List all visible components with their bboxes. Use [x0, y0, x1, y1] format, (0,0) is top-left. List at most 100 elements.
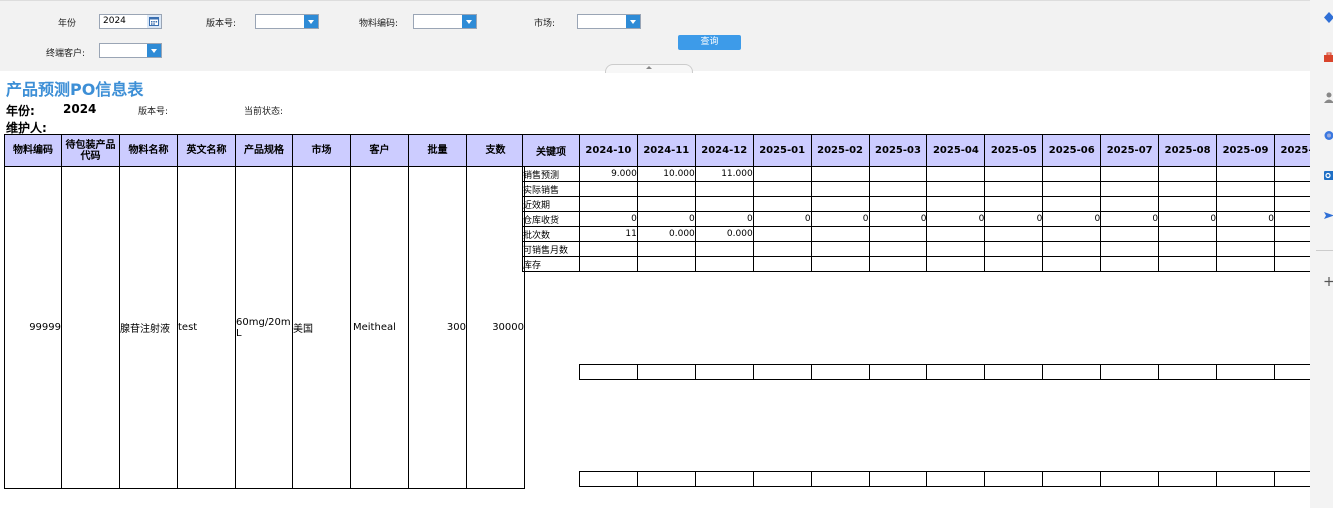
empty-cell	[810, 471, 870, 487]
customer-select[interactable]	[99, 43, 162, 58]
header-pending-product-code: 待包装产品代码	[61, 134, 120, 167]
forecast-cell	[1158, 256, 1218, 272]
header-spec: 产品规格	[235, 134, 293, 167]
toolbox-icon[interactable]	[1324, 52, 1333, 63]
forecast-cell	[636, 241, 696, 257]
forecast-cell	[752, 196, 812, 212]
empty-cell	[694, 364, 754, 380]
spacer-cell	[1158, 379, 1217, 472]
spacer-cell	[926, 271, 985, 365]
spacer-cell	[753, 271, 812, 365]
forecast-cell	[1042, 241, 1102, 257]
cell-batch: 300	[408, 166, 467, 489]
forecast-cell	[1158, 196, 1218, 212]
key-item-label: 销售预测	[522, 166, 580, 182]
send-icon[interactable]	[1324, 210, 1333, 221]
spacer-cell	[579, 271, 638, 365]
forecast-row: 销售预测 9.000 10.000 11.000	[522, 166, 1333, 182]
empty-cell	[810, 364, 870, 380]
diamond-icon[interactable]	[1324, 12, 1333, 23]
forecast-cell	[1158, 166, 1218, 182]
forecast-cell: 0	[1158, 211, 1218, 227]
plus-icon[interactable]	[1324, 276, 1333, 287]
spacer-row	[523, 271, 1333, 365]
forecast-cell	[810, 166, 870, 182]
browser-sidebar	[1310, 0, 1333, 508]
forecast-cell	[810, 256, 870, 272]
spacer-cell	[869, 379, 927, 472]
forecast-cell	[1158, 226, 1218, 242]
chevron-down-icon[interactable]	[462, 15, 476, 28]
forecast-cell	[868, 256, 928, 272]
empty-cell	[1042, 364, 1102, 380]
forecast-cell	[984, 226, 1044, 242]
empty-cell	[926, 471, 986, 487]
person-icon[interactable]	[1324, 92, 1333, 103]
empty-cell	[578, 471, 638, 487]
forecast-cell	[1216, 196, 1275, 212]
empty-cell	[752, 364, 812, 380]
copilot-icon[interactable]	[1324, 130, 1333, 141]
report-title: 产品预测PO信息表	[6, 80, 144, 99]
forecast-cell: 11	[578, 226, 638, 242]
forecast-cell	[984, 256, 1044, 272]
forecast-cell	[868, 241, 928, 257]
forecast-cell	[1100, 166, 1160, 182]
spacer-cell	[1216, 271, 1275, 365]
market-filter-label: 市场:	[534, 19, 556, 29]
forecast-cell	[1042, 256, 1102, 272]
forecast-cell	[752, 256, 812, 272]
forecast-row: 实际销售	[522, 181, 1333, 197]
header-month: 2025-03	[868, 134, 928, 167]
forecast-cell: 0	[752, 211, 812, 227]
spacer-cell	[523, 272, 580, 365]
forecast-cell	[1158, 241, 1218, 257]
spacer-cell	[637, 271, 696, 365]
spacer-cell	[523, 380, 580, 472]
spacer-cell	[637, 379, 696, 472]
header-month: 2025-02	[810, 134, 870, 167]
header-month: 2024-12	[694, 134, 754, 167]
forecast-cell	[926, 256, 986, 272]
header-month: 2024-10	[578, 134, 638, 167]
report-year-value: 2024	[63, 102, 97, 116]
cell-material-code: 99999	[4, 166, 62, 489]
collapse-handle[interactable]	[605, 64, 693, 73]
forecast-cell	[1216, 226, 1275, 242]
empty-cell	[984, 471, 1044, 487]
forecast-cell: 0	[694, 211, 754, 227]
forecast-cell: 11.000	[694, 166, 754, 182]
key-item-label: 批次数	[522, 226, 580, 242]
market-select[interactable]	[577, 14, 641, 29]
spacer-cell	[1042, 379, 1101, 472]
year-field-value: 2024	[103, 16, 126, 26]
key-item-label: 库存	[522, 256, 580, 272]
forecast-row: 近效期	[522, 196, 1333, 212]
version-select[interactable]	[255, 14, 319, 29]
query-button[interactable]: 查询	[678, 35, 741, 50]
product-info-table: 物料编码 待包装产品代码 物料名称 英文名称 产品规格 市场 客户 批量 支数 …	[4, 134, 525, 489]
header-count: 支数	[466, 134, 525, 167]
forecast-cell	[1216, 256, 1275, 272]
forecast-cell	[1216, 181, 1275, 197]
empty-row	[522, 364, 1333, 380]
header-customer: 客户	[350, 134, 409, 167]
header-batch: 批量	[408, 134, 467, 167]
forecast-cell	[694, 196, 754, 212]
forecast-cell	[1042, 181, 1102, 197]
year-field[interactable]: 2024	[99, 14, 162, 29]
forecast-cell: 0	[1042, 211, 1102, 227]
spacer-cell	[869, 271, 927, 365]
chevron-down-icon[interactable]	[626, 15, 640, 28]
empty-cell	[1100, 364, 1160, 380]
forecast-cell: 0	[1100, 211, 1160, 227]
forecast-cell	[926, 181, 986, 197]
material-select[interactable]	[413, 14, 477, 29]
chevron-down-icon[interactable]	[147, 44, 161, 57]
empty-cell	[1100, 471, 1160, 487]
empty-row	[522, 471, 1333, 487]
calendar-icon[interactable]	[147, 15, 161, 28]
chevron-down-icon[interactable]	[304, 15, 318, 28]
outlook-icon[interactable]	[1324, 170, 1333, 181]
empty-cell	[1042, 471, 1102, 487]
